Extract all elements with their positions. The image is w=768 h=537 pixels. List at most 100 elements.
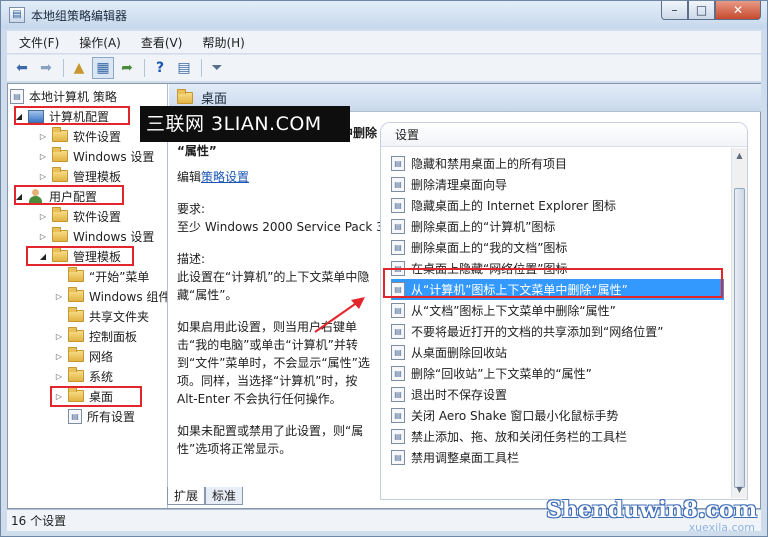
- expand-arrow-icon[interactable]: ▷: [38, 212, 48, 221]
- tab-standard[interactable]: 标准: [205, 487, 244, 505]
- expand-arrow-icon[interactable]: ▷: [38, 132, 48, 141]
- menu-view[interactable]: 查看(V): [129, 34, 191, 51]
- list-item[interactable]: ▤ 删除桌面上的“我的文档”图标: [391, 237, 567, 258]
- tree-cc-admin[interactable]: ▷ 管理模板: [38, 166, 121, 186]
- expand-arrow-icon[interactable]: ▷: [38, 152, 48, 161]
- disabled-text: 如果未配置或禁用了此设置，则“属性”选项将正常显示。: [177, 424, 364, 456]
- annotation-box-selected-setting: [383, 268, 723, 298]
- tree-label: 共享文件夹: [89, 309, 150, 324]
- help-icon[interactable]: ?: [149, 57, 171, 79]
- toolbar-separator: [63, 59, 64, 77]
- list-item[interactable]: ▤ 禁用调整桌面工具栏: [391, 447, 519, 468]
- list-item-label: 隐藏和禁用桌面上的所有项目: [411, 157, 568, 171]
- tree-all-settings[interactable]: ▤ 所有设置: [68, 406, 135, 426]
- tree-label: 网络: [89, 349, 114, 364]
- scroll-up-icon[interactable]: ▲: [732, 148, 747, 164]
- folder-icon: [68, 287, 84, 302]
- export-icon[interactable]: ➦: [116, 57, 138, 79]
- folder-icon: [68, 327, 84, 342]
- tree-cc-windows[interactable]: ▷ Windows 设置: [38, 146, 154, 166]
- list-item[interactable]: ▤ 删除清理桌面向导: [391, 174, 507, 195]
- content-area: ▤ 本地计算机 策略 ◢ 计算机配置 ▷ 软件设置 ▷ Windows 设置 ▷: [7, 83, 761, 509]
- annotation-box-admin-templates: [26, 246, 134, 266]
- watermark-sub: xuexila.com: [688, 521, 755, 534]
- tree-label: Windows 设置: [73, 229, 155, 244]
- list-item[interactable]: ▤ 删除“回收站”上下文菜单的“属性”: [391, 363, 592, 384]
- tree-uc-windows[interactable]: ▷ Windows 设置: [38, 226, 154, 246]
- folder-icon: [68, 307, 84, 322]
- minimize-button[interactable]: –: [661, 1, 688, 20]
- tree-control-panel[interactable]: ▷ 控制面板: [54, 326, 137, 346]
- expand-arrow-icon[interactable]: ▷: [38, 232, 48, 241]
- annotation-box-user-config: [14, 185, 124, 205]
- policy-setting-icon: ▤: [391, 177, 405, 192]
- properties-icon[interactable]: ▤: [173, 57, 195, 79]
- list-item[interactable]: ▤ 退出时不保存设置: [391, 384, 507, 405]
- list-item-label: 隐藏桌面上的 Internet Explorer 图标: [411, 199, 617, 213]
- folder-icon: [68, 267, 84, 282]
- list-item[interactable]: ▤ 隐藏和禁用桌面上的所有项目: [391, 153, 567, 174]
- requirement-label: 要求:: [177, 202, 206, 216]
- expand-arrow-icon[interactable]: ▷: [38, 172, 48, 181]
- list-item[interactable]: ▤ 不要将最近打开的文档的共享添加到“网络位置”: [391, 321, 663, 342]
- tree-shared-folders[interactable]: 共享文件夹: [68, 306, 149, 326]
- tree-label: 软件设置: [73, 129, 122, 144]
- expand-arrow-icon[interactable]: ▷: [54, 372, 64, 381]
- list-item[interactable]: ▤ 从桌面删除回收站: [391, 342, 507, 363]
- list-item[interactable]: ▤ 隐藏桌面上的 Internet Explorer 图标: [391, 195, 616, 216]
- policy-setting-icon: ▤: [391, 156, 405, 171]
- settings-list-icon: ▤: [68, 408, 82, 424]
- vertical-scrollbar[interactable]: ▲ ▼: [731, 148, 747, 498]
- policy-setting-icon: ▤: [391, 219, 405, 234]
- tree-system[interactable]: ▷ 系统: [54, 366, 113, 386]
- list-item-label: 不要将最近打开的文档的共享添加到“网络位置”: [411, 325, 664, 339]
- annotation-box-desktop: [50, 386, 142, 407]
- menu-help[interactable]: 帮助(H): [190, 34, 252, 51]
- tree-label: “开始”菜单: [89, 269, 150, 284]
- main-window: ▤ 本地组策略编辑器 – □ ✕ 文件(F) 操作(A) 查看(V) 帮助(H)…: [0, 0, 768, 537]
- title-bar[interactable]: ▤ 本地组策略编辑器 – □ ✕: [1, 1, 767, 29]
- expand-arrow-icon[interactable]: ▷: [54, 292, 64, 301]
- tree-uc-software[interactable]: ▷ 软件设置: [38, 206, 121, 226]
- expand-arrow-icon[interactable]: ▷: [54, 352, 64, 361]
- tab-extended[interactable]: 扩展: [167, 487, 206, 505]
- edit-prefix: 编辑: [177, 170, 202, 184]
- tree-label: 管理模板: [73, 169, 122, 184]
- menu-action[interactable]: 操作(A): [67, 34, 129, 51]
- scroll-down-icon[interactable]: ▼: [732, 482, 747, 498]
- tree-network[interactable]: ▷ 网络: [54, 346, 113, 366]
- policy-setting-icon: ▤: [391, 303, 405, 318]
- list-item[interactable]: ▤ 禁止添加、拖、放和关闭任务栏的工具栏: [391, 426, 627, 447]
- menu-bar: 文件(F) 操作(A) 查看(V) 帮助(H): [7, 31, 761, 53]
- tree-label: 系统: [89, 369, 114, 384]
- folder-icon: [52, 147, 68, 162]
- list-item-label: 删除桌面上的“计算机”图标: [411, 220, 556, 234]
- menu-file[interactable]: 文件(F): [7, 34, 67, 51]
- tree-cc-software[interactable]: ▷ 软件设置: [38, 126, 121, 146]
- close-button[interactable]: ✕: [715, 1, 761, 20]
- folder-icon: [52, 227, 68, 242]
- list-item-label: 从桌面删除回收站: [411, 346, 508, 360]
- list-item-label: 退出时不保存设置: [411, 388, 508, 402]
- list-item-label: 禁止添加、拖、放和关闭任务栏的工具栏: [411, 430, 628, 444]
- column-header-setting[interactable]: 设置: [381, 123, 747, 147]
- status-text: 16 个设置: [11, 514, 67, 528]
- back-icon[interactable]: ⬅: [11, 57, 33, 79]
- tree-root[interactable]: ▤ 本地计算机 策略: [10, 86, 117, 106]
- edit-policy-link[interactable]: 策略设置: [201, 170, 249, 184]
- list-item[interactable]: ▤ 删除桌面上的“计算机”图标: [391, 216, 555, 237]
- list-item[interactable]: ▤ 关闭 Aero Shake 窗口最小化鼠标手势: [391, 405, 618, 426]
- maximize-button[interactable]: □: [688, 1, 715, 20]
- tree-start-menu[interactable]: “开始”菜单: [68, 266, 149, 286]
- policy-setting-icon: ▤: [391, 387, 405, 402]
- forward-icon[interactable]: ➡: [35, 57, 57, 79]
- show-hide-tree-icon[interactable]: ▦: [92, 57, 114, 79]
- expand-arrow-icon[interactable]: ▷: [54, 332, 64, 341]
- tree-windows-components[interactable]: ▷ Windows 组件: [54, 286, 167, 306]
- policy-setting-icon: ▤: [391, 324, 405, 339]
- filter-icon[interactable]: ⏷: [206, 57, 228, 79]
- requirement-value: 至少 Windows 2000 Service Pack 3: [177, 220, 384, 234]
- scroll-thumb[interactable]: [734, 188, 745, 488]
- list-item[interactable]: ▤ 从“文档”图标上下文菜单中删除“属性”: [391, 300, 616, 321]
- up-icon[interactable]: ▲: [68, 57, 90, 79]
